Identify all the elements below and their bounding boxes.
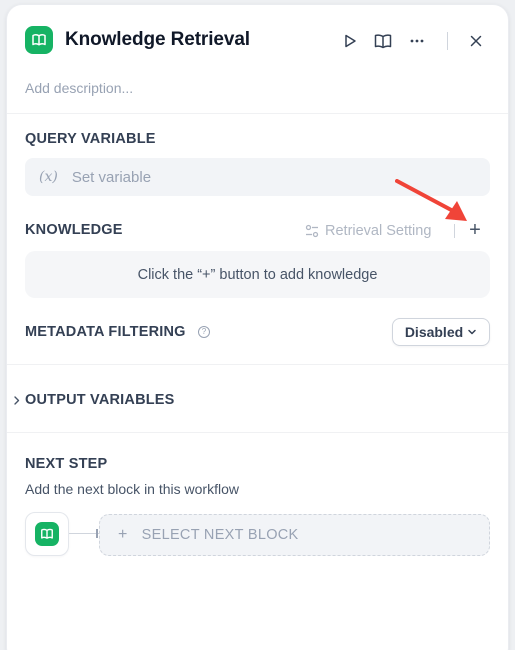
metadata-filtering-select[interactable]: Disabled [392,318,490,346]
plus-icon: + [118,526,128,543]
divider [7,432,508,433]
variable-icon: (x) [39,169,58,185]
connector-handle [96,529,98,538]
node-panel: Knowledge Retrieval Add description... Q… [6,4,509,650]
select-next-block-button[interactable]: + SELECT NEXT BLOCK [99,514,490,556]
metadata-filtering-heading: METADATA FILTERING [25,324,186,340]
play-icon[interactable] [338,29,362,53]
connector-line [69,533,99,534]
header-separator [447,32,448,50]
description-input[interactable]: Add description... [25,80,133,96]
book-icon [35,522,59,546]
chevron-right-icon[interactable] [14,396,20,408]
panel-header: Knowledge Retrieval [7,5,508,77]
docs-icon[interactable] [371,29,395,53]
select-next-block-label: SELECT NEXT BLOCK [141,527,299,543]
query-variable-heading: QUERY VARIABLE [25,131,156,147]
chevron-down-icon [468,329,476,335]
knowledge-empty-state: Click the “+” button to add knowledge [25,251,490,298]
query-variable-placeholder: Set variable [71,168,152,186]
book-icon [25,26,53,54]
more-icon[interactable] [405,29,429,53]
settings-sliders-icon [305,224,319,238]
current-node-icon [25,512,69,556]
knowledge-heading: KNOWLEDGE [25,222,123,238]
close-icon[interactable] [464,29,488,53]
metadata-filtering-value: Disabled [404,324,464,340]
divider [7,113,508,114]
help-icon[interactable]: ? [198,326,210,338]
output-variables-heading[interactable]: OUTPUT VARIABLES [25,392,175,408]
next-step-heading: NEXT STEP [25,456,108,472]
annotation-arrow-icon [395,179,467,221]
page-title: Knowledge Retrieval [65,29,250,50]
next-step-description: Add the next block in this workflow [25,481,239,497]
divider [7,364,508,365]
